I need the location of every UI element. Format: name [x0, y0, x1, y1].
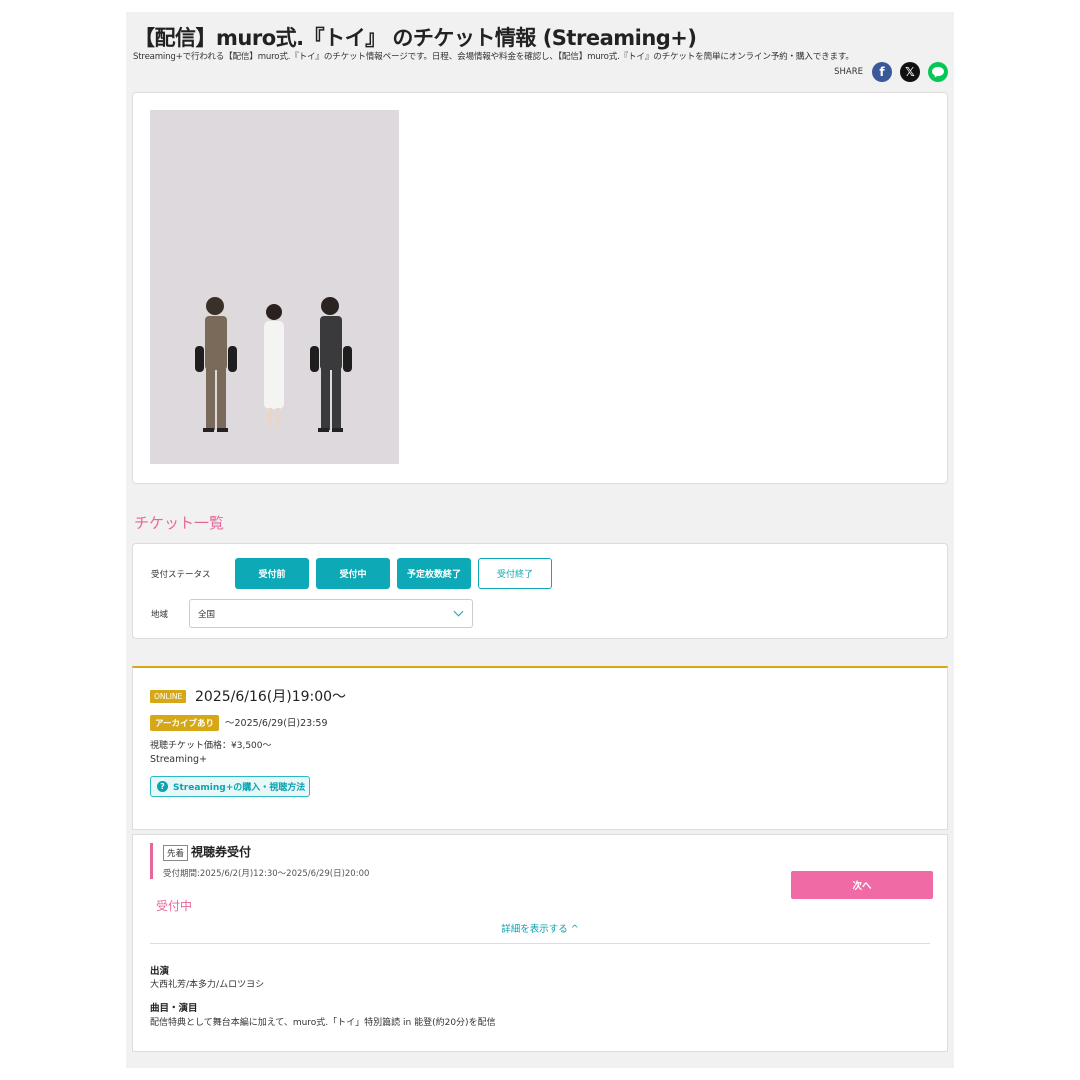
- filter-on-sale-button[interactable]: 受付中: [316, 558, 390, 589]
- page-title: 【配信】muro式.『トイ』 のチケット情報 (Streaming+): [134, 26, 697, 50]
- ticket-list-heading: チケット一覧: [134, 514, 225, 532]
- sale-name: 視聴券受付: [191, 845, 252, 859]
- event-image-card: [132, 92, 948, 484]
- share-label: SHARE: [834, 67, 863, 77]
- share-bar: SHARE f 𝕏: [834, 62, 948, 82]
- event-card: ONLINE 2025/6/16(月)19:00〜 アーカイブあり 〜2025/…: [132, 666, 948, 830]
- page-description: Streaming+で行われる【配信】muro式.『トイ』のチケット情報ページで…: [133, 52, 854, 62]
- ticket-filter-panel: 受付ステータス 受付前 受付中 予定枚数終了 受付終了 地域 全国: [132, 543, 948, 639]
- facebook-icon[interactable]: f: [872, 62, 892, 82]
- filter-before-sale-button[interactable]: 受付前: [235, 558, 309, 589]
- online-badge: ONLINE: [150, 690, 187, 703]
- cast-photo: [195, 297, 352, 432]
- archive-badge: アーカイブあり: [150, 715, 219, 731]
- event-poster-image: [150, 110, 399, 464]
- sale-period: 受付期間:2025/6/2(月)12:30〜2025/6/29(日)20:00: [163, 869, 370, 879]
- filter-sold-out-button[interactable]: 予定枚数終了: [397, 558, 471, 589]
- program-heading: 曲目・演目: [150, 1003, 198, 1014]
- platform-name: Streaming+: [150, 754, 208, 765]
- ticket-sale-card: 先着 視聴券受付 受付期間:2025/6/2(月)12:30〜2025/6/29…: [132, 834, 948, 1052]
- region-filter-label: 地域: [151, 610, 169, 620]
- region-select-value: 全国: [198, 610, 216, 620]
- archive-until: 〜2025/6/29(日)23:59: [225, 718, 328, 729]
- show-details-toggle[interactable]: 詳細を表示する ^: [133, 921, 947, 935]
- region-select[interactable]: 全国: [189, 599, 473, 628]
- sale-type-badge: 先着: [163, 845, 189, 861]
- question-icon: ?: [157, 781, 168, 792]
- event-datetime: 2025/6/16(月)19:00〜: [195, 689, 347, 705]
- page: 【配信】muro式.『トイ』 のチケット情報 (Streaming+) Stre…: [126, 12, 954, 1068]
- x-icon[interactable]: 𝕏: [900, 62, 920, 82]
- chevron-down-icon: [453, 606, 464, 617]
- cast-heading: 出演: [150, 966, 170, 977]
- ticket-price: 視聴チケット価格：¥3,500〜: [150, 741, 272, 751]
- howto-label: Streaming+の購入・視聴方法: [173, 783, 306, 793]
- sale-accent-bar: [150, 843, 153, 879]
- line-icon[interactable]: [928, 62, 948, 82]
- program-text: 配信特典として舞台本編に加えて、muro式.「トイ」特別篇読 in 能登(約20…: [150, 1018, 496, 1028]
- divider: [150, 943, 930, 944]
- status-filter-label: 受付ステータス: [151, 570, 211, 580]
- howto-purchase-link[interactable]: ? Streaming+の購入・視聴方法: [150, 776, 311, 797]
- sale-status: 受付中: [156, 899, 193, 913]
- next-button[interactable]: 次へ: [791, 871, 933, 899]
- filter-closed-button[interactable]: 受付終了: [478, 558, 552, 589]
- cast-list: 大西礼芳/本多力/ムロツヨシ: [150, 980, 265, 990]
